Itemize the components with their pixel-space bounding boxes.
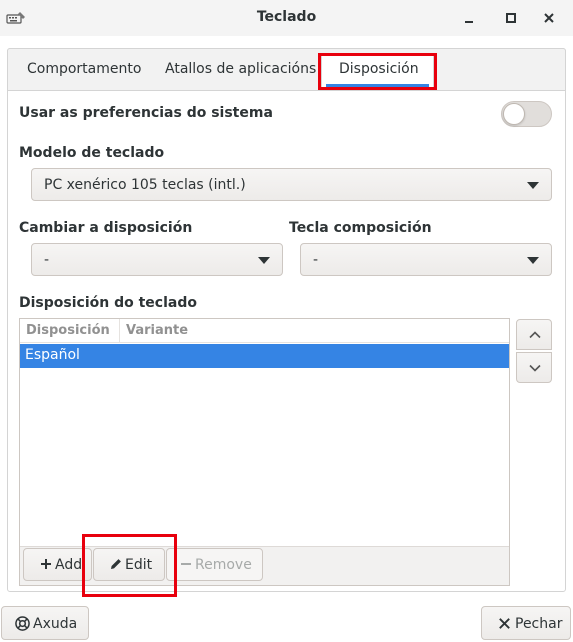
- switch-layout-value: -: [44, 252, 50, 268]
- keyboard-model-dropdown[interactable]: PC xenérico 105 teclas (intl.): [31, 168, 552, 201]
- toggle-knob: [503, 103, 525, 125]
- switch-layout-dropdown[interactable]: -: [31, 243, 283, 276]
- system-prefs-label: Usar as preferencias do sistema: [19, 105, 273, 121]
- compose-key-label: Tecla composición: [289, 220, 432, 236]
- switch-layout-label: Cambiar a disposición: [19, 220, 193, 236]
- keyboard-layout-label: Disposición do teclado: [19, 295, 197, 311]
- help-button-label: Axuda: [33, 616, 78, 632]
- compose-key-dropdown[interactable]: -: [300, 243, 552, 276]
- keyboard-model-label: Modelo de teclado: [19, 145, 165, 161]
- chevron-down-icon: [258, 257, 270, 264]
- list-header: Disposición Variante: [20, 319, 509, 343]
- edit-button[interactable]: Edit: [93, 548, 165, 581]
- chevron-down-icon: [527, 182, 539, 189]
- tab-atallos[interactable]: Atallos de aplicacións: [165, 61, 316, 77]
- remove-button-label: Remove: [195, 557, 252, 573]
- window-title: Teclado: [256, 9, 317, 25]
- minimize-icon[interactable]: [461, 10, 477, 26]
- close-icon: [499, 618, 510, 629]
- plus-icon: [41, 559, 51, 569]
- help-icon: [15, 616, 30, 631]
- minus-icon: [181, 563, 191, 565]
- edit-button-label: Edit: [125, 557, 153, 573]
- compose-key-value: -: [313, 252, 319, 268]
- maximize-icon[interactable]: [503, 10, 519, 26]
- remove-button[interactable]: Remove: [166, 548, 263, 581]
- column-divider: [119, 319, 120, 343]
- move-up-button[interactable]: [516, 319, 552, 350]
- chevron-up-icon: [529, 331, 541, 339]
- move-down-button[interactable]: [516, 352, 552, 383]
- row-layout-cell: Español: [25, 347, 80, 363]
- table-row[interactable]: Español: [20, 344, 509, 368]
- tab-disposicion[interactable]: Disposición: [339, 61, 419, 77]
- title-bar: Teclado: [0, 0, 573, 36]
- keyboard-model-value: PC xenérico 105 teclas (intl.): [44, 177, 246, 193]
- chevron-down-icon: [529, 364, 541, 372]
- close-icon[interactable]: [541, 10, 557, 26]
- close-button-label: Pechar: [515, 616, 563, 632]
- column-header-variant[interactable]: Variante: [126, 323, 188, 338]
- add-button[interactable]: Add: [23, 548, 92, 581]
- column-header-layout[interactable]: Disposición: [26, 323, 110, 338]
- layout-list[interactable]: Disposición Variante Español: [19, 318, 510, 586]
- active-tab-indicator: [326, 84, 429, 87]
- close-button[interactable]: Pechar: [481, 606, 571, 640]
- tab-comportamento[interactable]: Comportamento: [27, 61, 141, 77]
- system-prefs-toggle[interactable]: [501, 101, 552, 127]
- chevron-down-icon: [527, 257, 539, 264]
- pencil-icon: [111, 559, 121, 569]
- add-button-label: Add: [55, 557, 83, 573]
- help-button[interactable]: Axuda: [1, 606, 89, 640]
